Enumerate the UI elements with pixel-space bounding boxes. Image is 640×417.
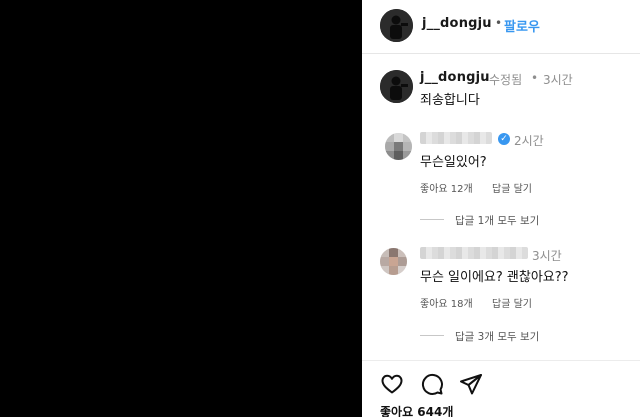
follow-button[interactable]: 팔로우 <box>504 16 540 35</box>
caption-separator: • <box>531 71 539 85</box>
post-header: j__dongju • 팔로우 <box>362 0 640 54</box>
heart-icon[interactable] <box>380 372 404 396</box>
post-side-panel: j__dongju • 팔로우 j__dongju 수정됨 • 3시간 죄송합니… <box>362 0 640 417</box>
view-replies-button[interactable]: 답글 3개 모두 보기 <box>455 329 539 344</box>
author-avatar[interactable] <box>380 9 413 42</box>
commenter-username-blurred[interactable] <box>420 247 528 259</box>
share-icon[interactable] <box>459 372 483 396</box>
comment-likes[interactable]: 좋아요 18개 <box>420 295 473 310</box>
caption-username[interactable]: j__dongju <box>420 70 490 85</box>
comment-reply-button[interactable]: 답글 달기 <box>492 180 532 195</box>
comment-time[interactable]: 2시간 <box>514 132 544 149</box>
caption-edited-label: 수정됨 <box>489 73 523 87</box>
replies-divider <box>420 219 444 220</box>
post-like-count[interactable]: 좋아요 644개 <box>380 403 453 417</box>
media-area <box>0 0 362 417</box>
comment-time[interactable]: 3시간 <box>532 247 562 264</box>
header-separator: • <box>495 16 503 30</box>
comment-text: 무슨 일이에요? 괜찮아요?? <box>420 270 569 285</box>
caption-author-avatar[interactable] <box>380 70 413 103</box>
commenter-avatar[interactable] <box>380 248 407 275</box>
caption-text: 죄송합니다 <box>420 93 480 108</box>
replies-divider <box>420 335 444 336</box>
comment-reply-button[interactable]: 답글 달기 <box>492 295 532 310</box>
action-bar <box>362 360 640 400</box>
comment-icon[interactable] <box>420 372 444 396</box>
comment-likes[interactable]: 좋아요 12개 <box>420 180 473 195</box>
commenter-username-blurred[interactable] <box>420 132 492 144</box>
view-replies-button[interactable]: 답글 1개 모두 보기 <box>455 213 539 228</box>
verified-badge-icon: ✓ <box>498 133 510 145</box>
author-username[interactable]: j__dongju <box>422 16 492 31</box>
comment-text: 무슨일있어? <box>420 155 487 170</box>
caption-time[interactable]: 3시간 <box>543 71 573 88</box>
commenter-avatar[interactable] <box>385 133 412 160</box>
